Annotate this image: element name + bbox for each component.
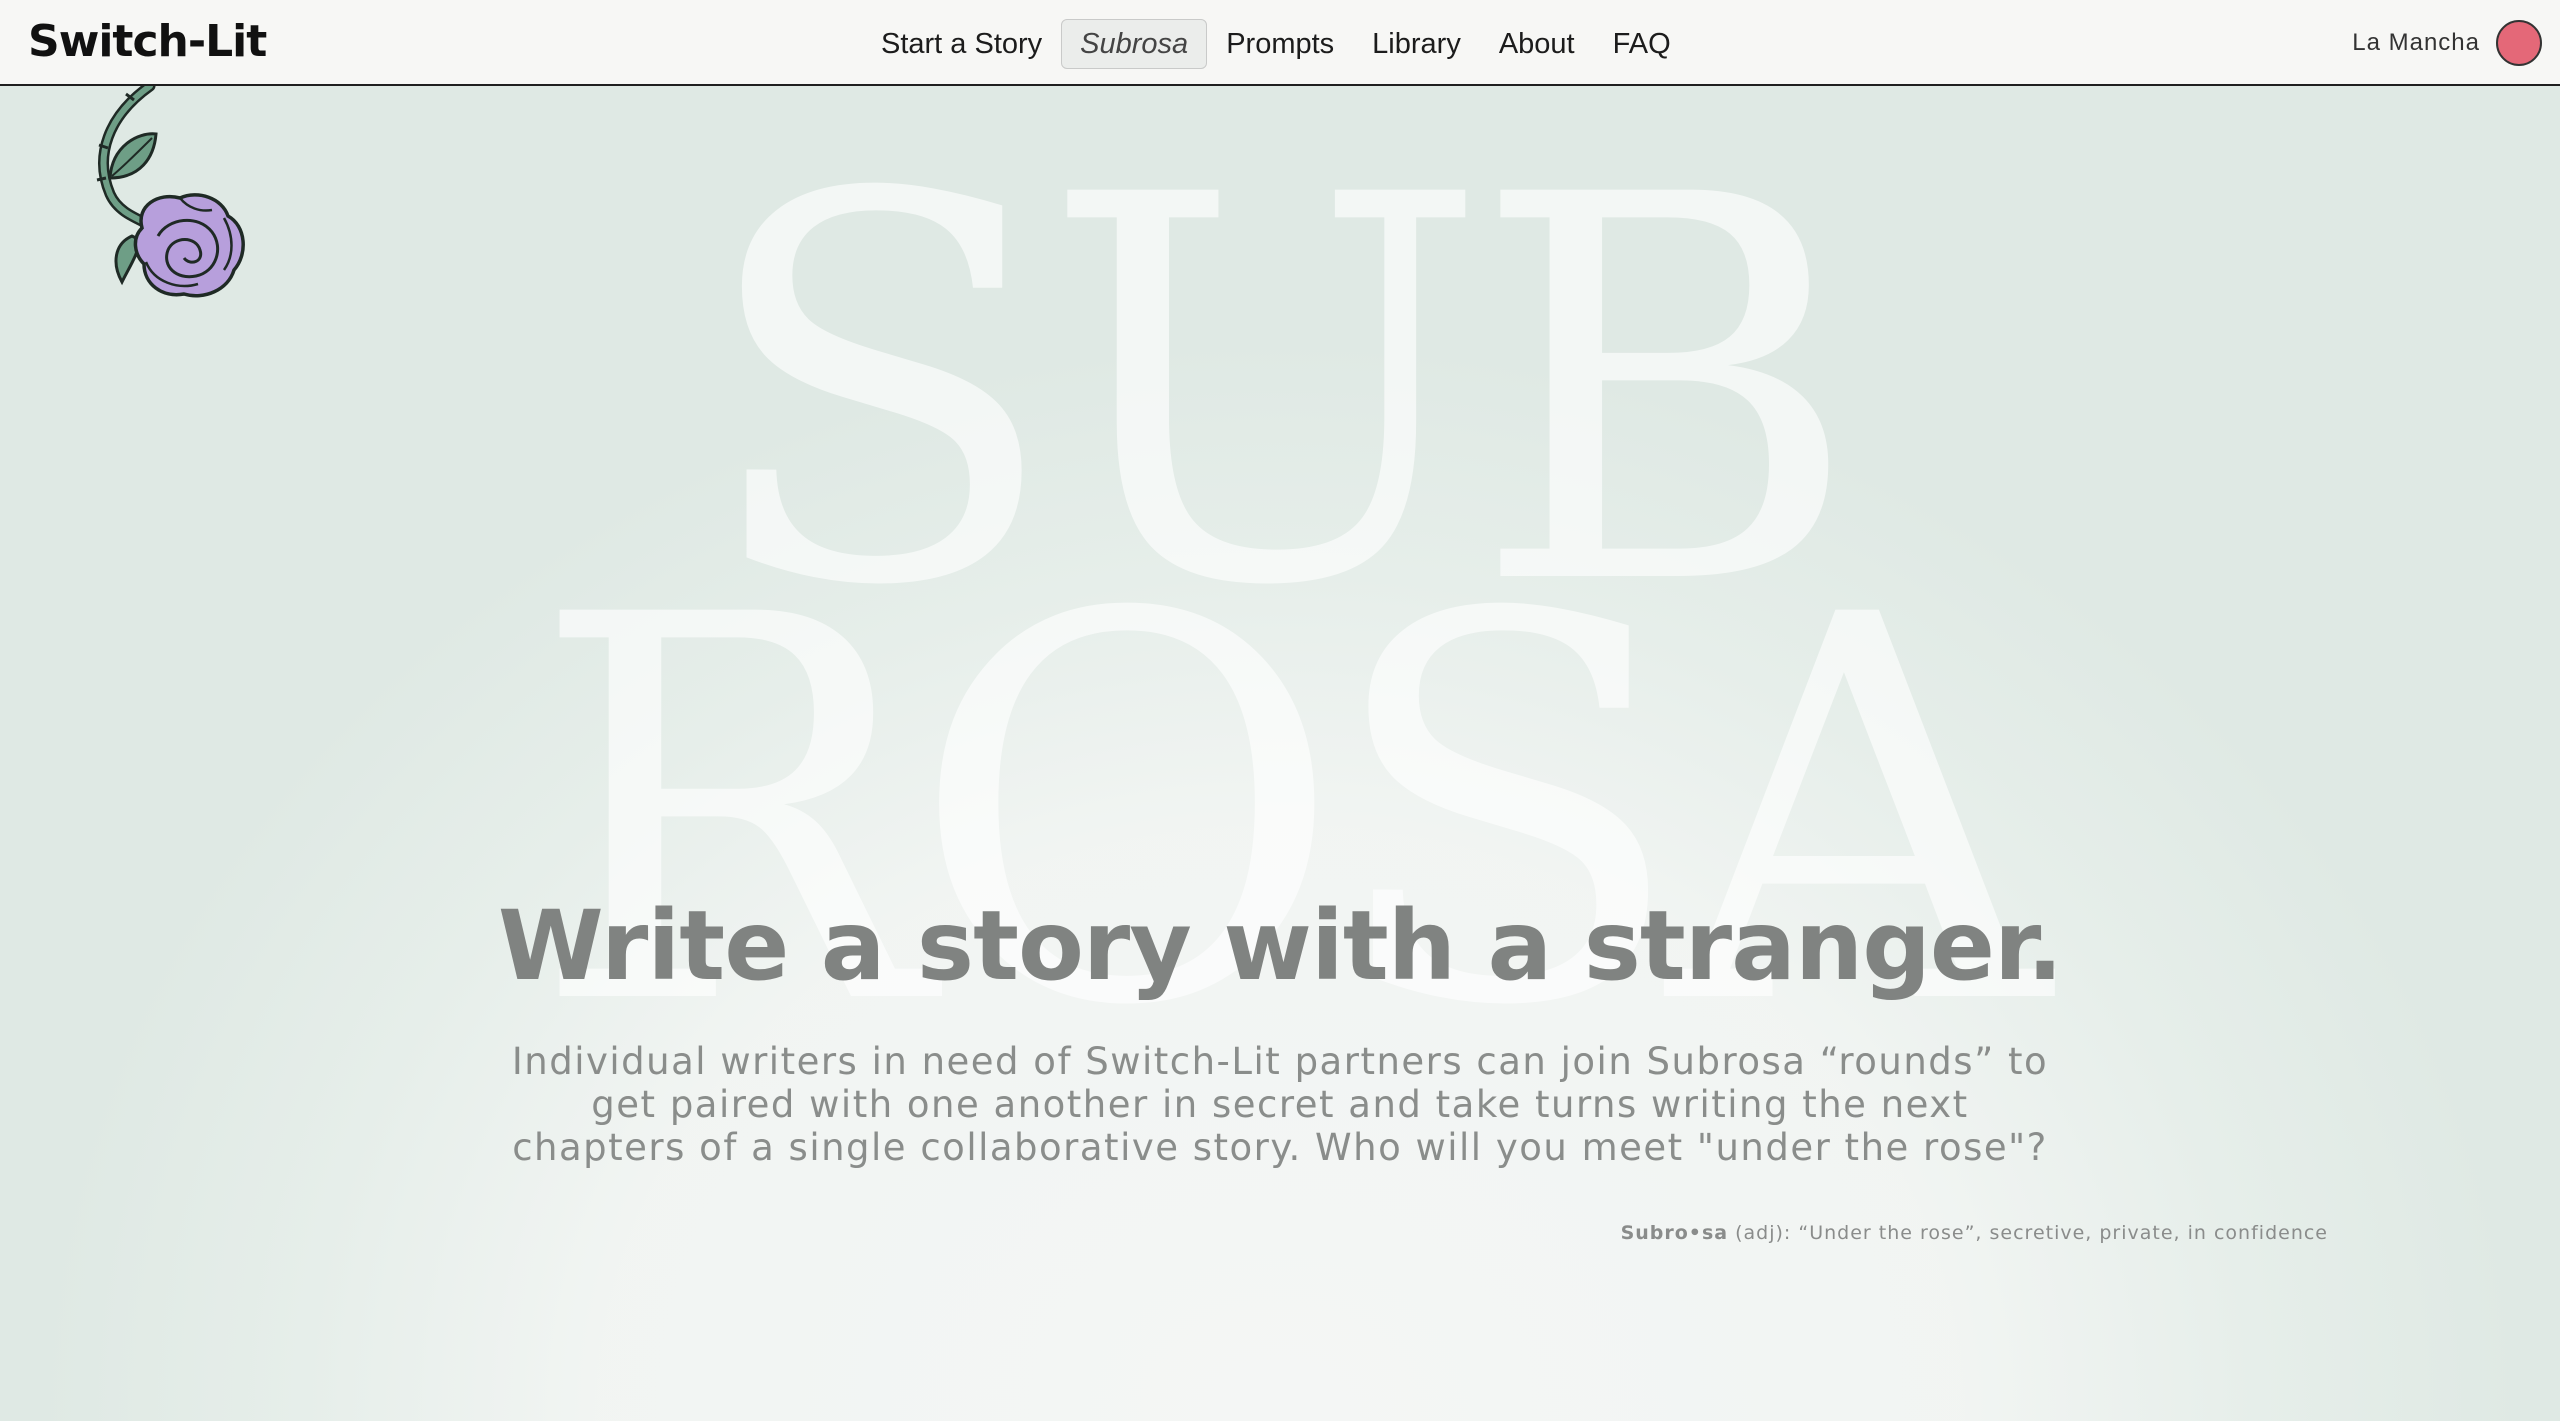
definition-text: (adj): “Under the rose”, secretive, priv… [1728, 1222, 2328, 1244]
site-logo[interactable]: Switch-Lit [28, 14, 267, 70]
username[interactable]: La Mancha [2352, 29, 2480, 57]
top-navigation-bar: Switch-Lit Start a Story Subrosa Prompts… [0, 0, 2560, 86]
nav-start-a-story[interactable]: Start a Story [862, 20, 1061, 68]
nav-library[interactable]: Library [1353, 20, 1480, 68]
hero-description: Individual writers in need of Switch-Lit… [511, 1040, 2049, 1169]
nav-prompts[interactable]: Prompts [1207, 20, 1353, 68]
main-nav: Start a Story Subrosa Prompts Library Ab… [862, 18, 1690, 70]
nav-about[interactable]: About [1480, 20, 1594, 68]
rose-icon [96, 86, 245, 298]
definition-term: Subro•sa [1620, 1222, 1729, 1244]
nav-subrosa[interactable]: Subrosa [1061, 19, 1208, 69]
avatar[interactable] [2496, 20, 2542, 66]
subrosa-definition: Subro•sa (adj): “Under the rose”, secret… [1621, 1222, 2328, 1244]
nav-faq[interactable]: FAQ [1594, 20, 1690, 68]
subrosa-page: SUB ROSA Switch-Lit Start a Story Subros… [0, 0, 2560, 1421]
user-menu[interactable]: La Mancha [2352, 20, 2542, 66]
hero-headline: Write a story with a stranger. [497, 890, 2063, 1002]
